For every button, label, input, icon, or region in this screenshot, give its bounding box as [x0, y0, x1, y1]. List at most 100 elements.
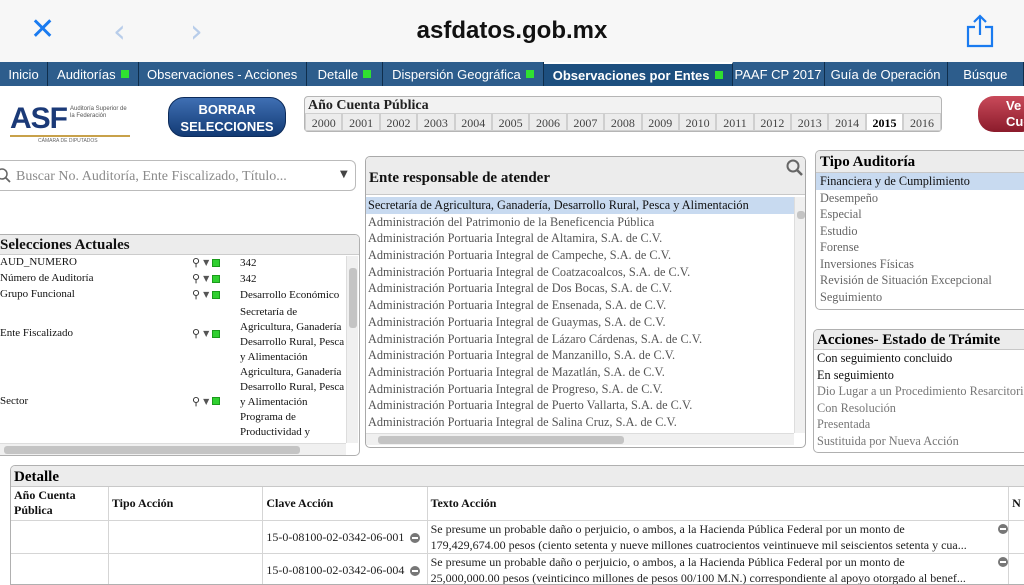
- year-option[interactable]: 2015: [866, 113, 903, 131]
- action-status-item[interactable]: Con Resolución: [814, 400, 1024, 417]
- tab-2[interactable]: Observaciones - Acciones: [139, 62, 307, 86]
- dropdown-caret-icon[interactable]: ▼: [340, 169, 348, 180]
- entity-vertical-scrollbar[interactable]: [794, 197, 806, 433]
- tab-6[interactable]: PAAF CP 2017: [733, 62, 825, 86]
- year-option[interactable]: 2006: [529, 113, 566, 131]
- action-status-item[interactable]: Con seguimiento concluido: [814, 350, 1024, 367]
- year-option[interactable]: 2007: [567, 113, 604, 131]
- entity-list-item[interactable]: Secretaría de Agricultura, Ganadería, De…: [366, 197, 794, 214]
- column-header[interactable]: Año Cuenta Pública: [11, 487, 108, 520]
- year-option[interactable]: 2001: [342, 113, 379, 131]
- year-option[interactable]: 2011: [716, 113, 753, 131]
- column-header[interactable]: Texto Acción: [427, 487, 1009, 520]
- entity-list-item[interactable]: Administración Portuaria Integral de Ens…: [366, 297, 794, 314]
- entity-list-item[interactable]: Administración Portuaria Integral de Pro…: [366, 381, 794, 398]
- column-header[interactable]: Tipo Acción: [108, 487, 263, 520]
- year-option[interactable]: 2004: [455, 113, 492, 131]
- audit-type-item[interactable]: Forense: [816, 239, 1024, 256]
- column-header[interactable]: Clave Acción: [263, 487, 427, 520]
- entity-list-item[interactable]: Administración Portuaria Integral de Maz…: [366, 364, 794, 381]
- cell-year: [11, 553, 108, 585]
- year-option[interactable]: 2009: [642, 113, 679, 131]
- edit-search-icon[interactable]: ⚲: [192, 327, 200, 340]
- collapse-icon[interactable]: [998, 557, 1008, 567]
- entity-list-item[interactable]: Administración Portuaria Integral de Gua…: [366, 314, 794, 331]
- audit-type-item[interactable]: Desempeño: [816, 190, 1024, 207]
- tab-1[interactable]: Auditorías: [48, 62, 139, 86]
- entity-list-item[interactable]: Administración Portuaria Integral de Man…: [366, 347, 794, 364]
- audit-type-item[interactable]: Estudio: [816, 223, 1024, 240]
- dropdown-caret-icon[interactable]: ▼: [203, 329, 209, 338]
- entity-list-item[interactable]: Administración Portuaria Integral de Alt…: [366, 230, 794, 247]
- search-input[interactable]: Buscar No. Auditoría, Ente Fiscalizado, …: [0, 160, 356, 191]
- scroll-thumb[interactable]: [378, 436, 624, 444]
- year-selector-title: Año Cuenta Pública: [308, 98, 429, 114]
- year-option[interactable]: 2014: [828, 113, 865, 131]
- red-action-button[interactable]: Ve Cue: [978, 96, 1024, 132]
- audit-type-item[interactable]: Revisión de Situación Excepcional: [816, 272, 1024, 289]
- audit-type-item[interactable]: Financiera y de Cumplimiento: [816, 173, 1024, 190]
- collapse-icon[interactable]: [410, 566, 420, 576]
- logo-divider: [10, 135, 130, 137]
- entity-list-item[interactable]: Administración Portuaria Integral de Cam…: [366, 247, 794, 264]
- scroll-thumb[interactable]: [797, 211, 805, 219]
- tab-0[interactable]: Inicio: [0, 62, 48, 86]
- selections-horizontal-scrollbar[interactable]: [0, 443, 346, 455]
- dropdown-caret-icon[interactable]: ▼: [203, 290, 209, 299]
- edit-search-icon[interactable]: ⚲: [192, 272, 200, 285]
- clear-selections-button[interactable]: BORRAR SELECCIONES: [168, 97, 286, 137]
- entity-list-item[interactable]: Administración Portuaria Integral de Láz…: [366, 331, 794, 348]
- table-row[interactable]: 15-0-08100-02-0342-06-001Se presume un p…: [11, 520, 1024, 553]
- entity-list-item[interactable]: Administración Portuaria Integral de Sal…: [366, 414, 794, 431]
- table-row[interactable]: 15-0-08100-02-0342-06-004Se presume un p…: [11, 553, 1024, 585]
- year-option[interactable]: 2012: [754, 113, 791, 131]
- action-text-line: Se presume un probable daño o perjuicio,…: [431, 521, 991, 537]
- tab-5[interactable]: Observaciones por Entes: [544, 62, 733, 86]
- scroll-thumb[interactable]: [349, 268, 357, 328]
- year-option[interactable]: 2013: [791, 113, 828, 131]
- share-icon[interactable]: [964, 14, 996, 48]
- tab-7[interactable]: Guía de Operación: [825, 62, 948, 86]
- search-icon[interactable]: [786, 159, 804, 177]
- entity-list: Secretaría de Agricultura, Ganadería, De…: [366, 197, 794, 431]
- collapse-icon[interactable]: [410, 533, 420, 543]
- entity-list-item[interactable]: Administración Portuaria Integral de Pue…: [366, 397, 794, 414]
- year-option[interactable]: 2003: [417, 113, 454, 131]
- cell-action-type: [108, 553, 263, 585]
- year-option[interactable]: 2008: [604, 113, 641, 131]
- action-status-item[interactable]: En seguimiento: [814, 367, 1024, 384]
- action-status-item[interactable]: Sustituida por Nueva Acción: [814, 433, 1024, 450]
- collapse-icon[interactable]: [998, 524, 1008, 534]
- year-option[interactable]: 2005: [492, 113, 529, 131]
- entity-list-item[interactable]: Administración Portuaria Integral de Coa…: [366, 264, 794, 281]
- entity-horizontal-scrollbar[interactable]: [366, 433, 794, 445]
- dropdown-caret-icon[interactable]: ▼: [203, 274, 209, 283]
- entity-list-item[interactable]: Administración Portuaria Integral de Dos…: [366, 280, 794, 297]
- edit-search-icon[interactable]: ⚲: [192, 256, 200, 269]
- action-status-item[interactable]: Presentada: [814, 416, 1024, 433]
- year-option[interactable]: 2002: [380, 113, 417, 131]
- edit-search-icon[interactable]: ⚲: [192, 288, 200, 301]
- tab-3[interactable]: Detalle: [307, 62, 383, 86]
- table-header-row: Año Cuenta Pública Tipo Acción Clave Acc…: [11, 487, 1024, 520]
- main-nav: InicioAuditoríasObservaciones - Acciones…: [0, 62, 1024, 86]
- edit-search-icon[interactable]: ⚲: [192, 395, 200, 408]
- action-status-item[interactable]: Dio Lugar a un Procedimiento Resarcitori…: [814, 383, 1024, 400]
- selection-value-line: Desarrollo Rural, Pesca: [240, 380, 344, 395]
- selection-value-line: Desarrollo Rural, Pesca: [240, 335, 344, 350]
- audit-type-item[interactable]: Inversiones Físicas: [816, 256, 1024, 273]
- scroll-thumb[interactable]: [4, 446, 300, 454]
- tab-4[interactable]: Dispersión Geográfica: [383, 62, 544, 86]
- audit-type-item[interactable]: Seguimiento: [816, 289, 1024, 306]
- selections-vertical-scrollbar[interactable]: [346, 256, 358, 443]
- year-option[interactable]: 2016: [903, 113, 940, 131]
- column-header[interactable]: N: [1009, 487, 1024, 520]
- year-option[interactable]: 2010: [679, 113, 716, 131]
- year-option[interactable]: 2000: [305, 113, 342, 131]
- tab-8[interactable]: Búsque: [948, 62, 1024, 86]
- audit-type-item[interactable]: Especial: [816, 206, 1024, 223]
- dropdown-caret-icon[interactable]: ▼: [203, 397, 209, 406]
- entity-list-item[interactable]: Administración del Patrimonio de la Bene…: [366, 214, 794, 231]
- dropdown-caret-icon[interactable]: ▼: [203, 258, 209, 267]
- url-bar[interactable]: asfdatos.gob.mx: [0, 17, 1024, 45]
